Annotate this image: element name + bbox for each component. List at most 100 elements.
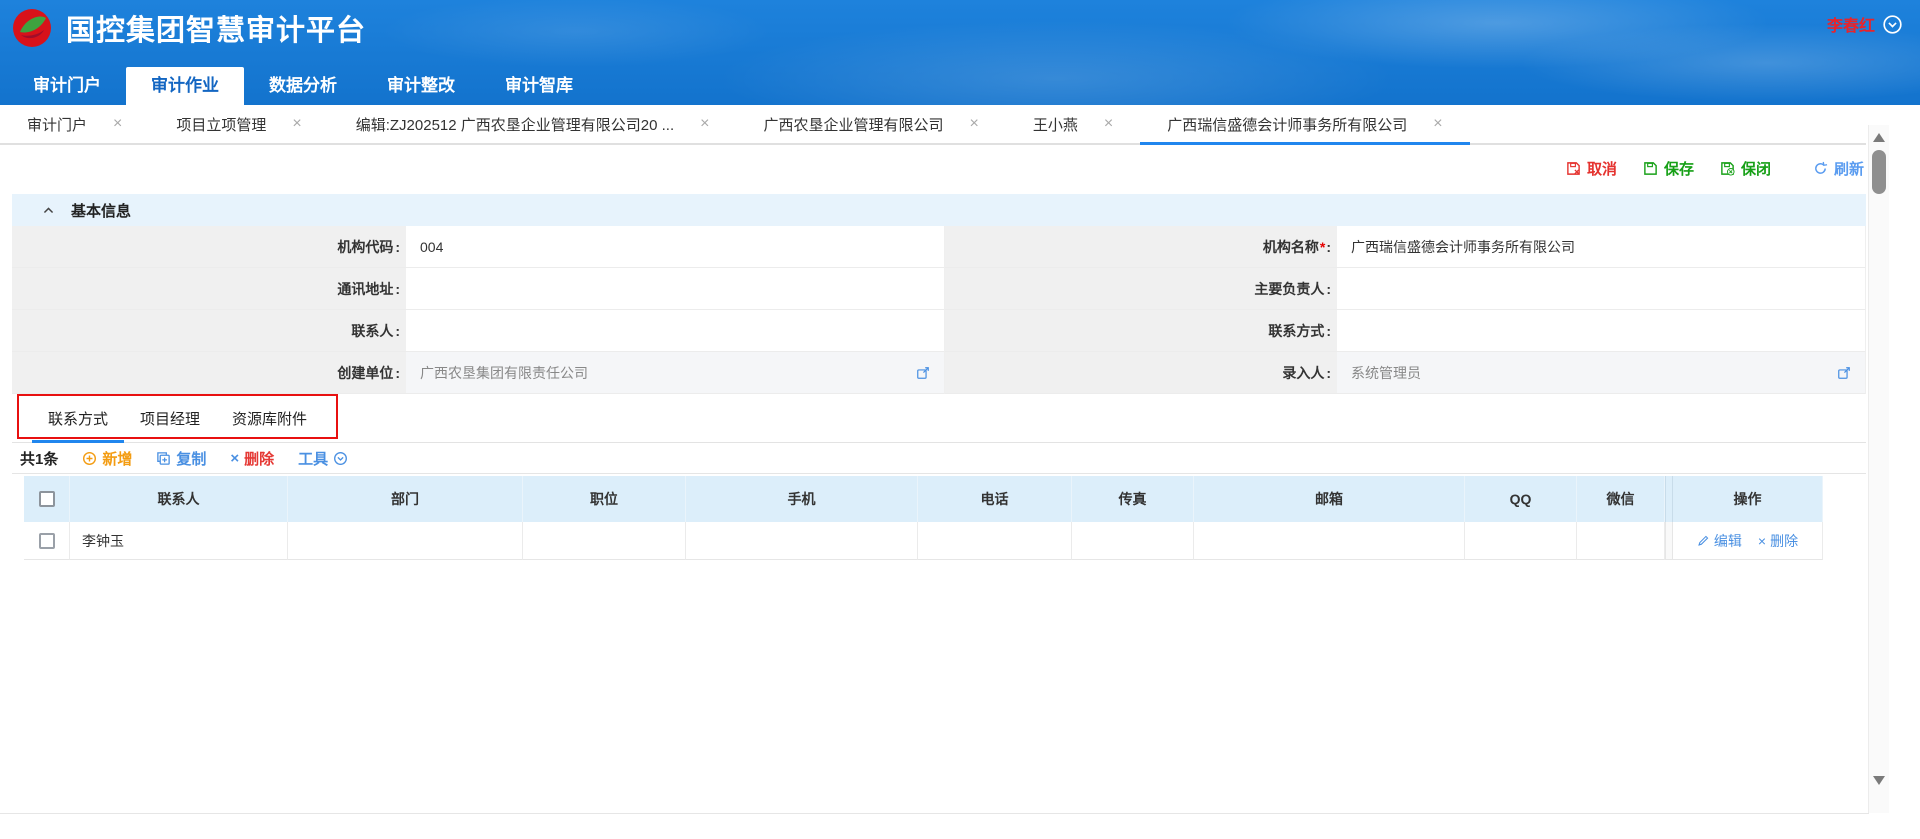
external-link-icon[interactable] [916, 366, 930, 380]
contacts-table: 联系人 部门 职位 手机 电话 传真 邮箱 QQ 微信 操作 李钟玉 编辑 [24, 476, 1823, 560]
nav-item-audit-portal[interactable]: 审计门户 [8, 67, 126, 105]
org-name-field[interactable]: 广西瑞信盛德会计师事务所有限公司 [1337, 226, 1866, 268]
chevron-down-circle-icon [333, 451, 348, 466]
org-code-label: 机构代码: [12, 226, 406, 268]
record-count: 共1条 [20, 448, 58, 469]
column-header-contact: 联系人 [70, 476, 288, 522]
cell-spacer [1665, 522, 1673, 560]
copy-button[interactable]: 复制 [156, 448, 206, 469]
column-header-fax: 传真 [1072, 476, 1194, 522]
doc-tab-label: 项目立项管理 [176, 114, 266, 135]
close-icon[interactable]: × [970, 115, 979, 133]
doc-tab-label: 编辑:ZJ202512 广西农垦企业管理有限公司20 ... [356, 114, 674, 135]
contact-way-field[interactable] [1337, 310, 1866, 352]
vertical-scrollbar[interactable] [1868, 125, 1889, 813]
user-name: 李春红 [1827, 12, 1875, 36]
cell-mobile [686, 522, 918, 560]
select-all-checkbox[interactable] [39, 491, 55, 507]
close-icon[interactable]: × [292, 115, 301, 133]
close-icon[interactable]: × [1433, 115, 1442, 133]
cell-email [1194, 522, 1465, 560]
column-header-department: 部门 [288, 476, 523, 522]
document-tab-bar: 审计门户 × 项目立项管理 × 编辑:ZJ202512 广西农垦企业管理有限公司… [0, 105, 1866, 145]
doc-tab-ruixin-shengde[interactable]: 广西瑞信盛德会计师事务所有限公司 × [1140, 105, 1469, 143]
doc-tab-audit-portal[interactable]: 审计门户 × [0, 105, 149, 143]
tab-resource-attachments[interactable]: 资源库附件 [216, 394, 323, 442]
add-circle-icon [82, 451, 97, 466]
cell-wechat [1577, 522, 1665, 560]
address-label: 通讯地址: [12, 268, 406, 310]
detail-tab-bar: 联系方式 项目经理 资源库附件 [12, 394, 1866, 443]
cancel-button[interactable]: 取消 [1566, 158, 1617, 179]
close-icon[interactable]: × [113, 115, 122, 133]
basic-info-form: 机构代码: 004 机构名称*: 广西瑞信盛德会计师事务所有限公司 通讯地址: … [12, 226, 1866, 394]
doc-tab-label: 广西瑞信盛德会计师事务所有限公司 [1167, 114, 1407, 135]
select-all-header [24, 476, 70, 522]
page-title: 国控集团智慧审计平台 [66, 7, 366, 49]
delete-x-icon: × [230, 450, 239, 467]
cell-department [288, 522, 523, 560]
cell-fax [1072, 522, 1194, 560]
external-link-icon[interactable] [1837, 366, 1851, 380]
org-code-field[interactable]: 004 [406, 226, 945, 268]
tab-contact-info[interactable]: 联系方式 [32, 394, 124, 442]
delete-x-icon: × [1758, 533, 1766, 549]
contact-way-label: 联系方式: [945, 310, 1337, 352]
row-delete-button[interactable]: × 删除 [1758, 531, 1798, 551]
create-unit-field: 广西农垦集团有限责任公司 [406, 352, 945, 394]
doc-tab-project-approval[interactable]: 项目立项管理 × [149, 105, 328, 143]
nav-item-audit-work[interactable]: 审计作业 [126, 67, 244, 105]
row-select-cell [24, 522, 70, 560]
cell-position [523, 522, 686, 560]
chevron-down-circle-icon[interactable] [1883, 15, 1902, 34]
scrollbar-thumb[interactable] [1872, 150, 1886, 194]
scroll-up-arrow-icon[interactable] [1873, 133, 1885, 142]
tab-project-manager[interactable]: 项目经理 [124, 394, 216, 442]
create-unit-label: 创建单位: [12, 352, 406, 394]
nav-item-data-analysis[interactable]: 数据分析 [244, 67, 362, 105]
row-checkbox[interactable] [39, 533, 55, 549]
row-edit-button[interactable]: 编辑 [1697, 531, 1742, 551]
content-bottom-border [0, 813, 1869, 814]
row-actions-cell: 编辑 × 删除 [1673, 522, 1823, 560]
section-title: 基本信息 [71, 200, 131, 221]
doc-tab-label: 王小燕 [1033, 114, 1078, 135]
contact-field[interactable] [406, 310, 945, 352]
column-header-email: 邮箱 [1194, 476, 1465, 522]
doc-tab-guangxi-nongken[interactable]: 广西农垦企业管理有限公司 × [736, 105, 1005, 143]
tools-dropdown[interactable]: 工具 [298, 448, 348, 469]
refresh-button[interactable]: 刷新 [1813, 158, 1864, 179]
save-icon [1643, 161, 1658, 176]
nav-item-audit-rectify[interactable]: 审计整改 [362, 67, 480, 105]
cell-contact-name: 李钟玉 [70, 522, 288, 560]
scroll-down-arrow-icon[interactable] [1873, 776, 1885, 785]
address-field[interactable] [406, 268, 945, 310]
collapse-caret-icon[interactable] [42, 204, 55, 217]
contact-label: 联系人: [12, 310, 406, 352]
add-button[interactable]: 新增 [82, 448, 132, 469]
grid-toolbar: 共1条 新增 复制 × 删除 工具 [12, 443, 1866, 474]
principal-label: 主要负责人: [945, 268, 1337, 310]
principal-field[interactable] [1337, 268, 1866, 310]
company-logo-icon [12, 8, 52, 48]
cell-phone [918, 522, 1072, 560]
doc-tab-label: 审计门户 [27, 114, 87, 135]
app-header: 国控集团智慧审计平台 李春红 审计门户 审计作业 数据分析 审计整改 审计智库 [0, 0, 1920, 105]
main-nav: 审计门户 审计作业 数据分析 审计整改 审计智库 [8, 67, 598, 105]
app-window: 国控集团智慧审计平台 李春红 审计门户 审计作业 数据分析 审计整改 审计智库 … [0, 0, 1920, 839]
save-close-button[interactable]: 保闭 [1720, 158, 1771, 179]
user-menu[interactable]: 李春红 [1827, 12, 1902, 36]
close-icon[interactable]: × [700, 115, 709, 133]
basic-info-section-header[interactable]: 基本信息 [12, 194, 1866, 226]
org-name-label: 机构名称*: [945, 226, 1337, 268]
nav-item-audit-knowledge[interactable]: 审计智库 [480, 67, 598, 105]
doc-tab-edit-zj202512[interactable]: 编辑:ZJ202512 广西农垦企业管理有限公司20 ... × [329, 105, 737, 143]
save-button[interactable]: 保存 [1643, 158, 1694, 179]
doc-tab-wangxiaoyan[interactable]: 王小燕 × [1006, 105, 1140, 143]
column-header-qq: QQ [1465, 476, 1577, 522]
brand: 国控集团智慧审计平台 [12, 7, 366, 49]
delete-button[interactable]: × 删除 [230, 448, 274, 469]
close-icon[interactable]: × [1104, 115, 1113, 133]
edit-pencil-icon [1697, 534, 1710, 547]
entry-person-field: 系统管理员 [1337, 352, 1866, 394]
